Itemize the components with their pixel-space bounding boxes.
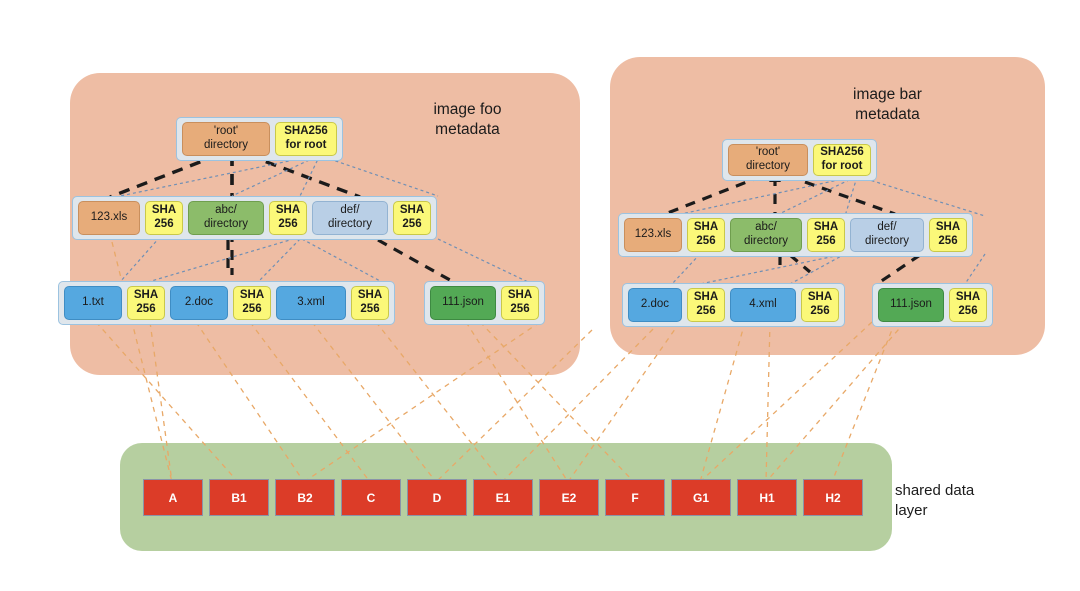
shared-data-layer-label: shared data layer xyxy=(895,482,975,520)
bar-root-row-cell-1: SHA256 for root xyxy=(813,144,871,176)
diagram-canvas: image foo metadata image bar metadata 'r… xyxy=(0,0,1080,591)
bar-file-row-a-cell-1: SHA 256 xyxy=(687,288,725,322)
foo-file-row-a-cell-2: 2.doc xyxy=(170,286,228,320)
bar-file-row-a-cell-2: 4.xml xyxy=(730,288,796,322)
foo-file-row-b-cell-1: SHA 256 xyxy=(501,286,539,320)
data-chunk-g1: G1 xyxy=(671,479,731,516)
foo-file-row-a-cell-4: 3.xml xyxy=(276,286,346,320)
foo-dir-row-cell-4: def/ directory xyxy=(312,201,388,235)
data-chunk-c: C xyxy=(341,479,401,516)
bar-file-row-a-cell-3: SHA 256 xyxy=(801,288,839,322)
foo-dir-row-cell-3: SHA 256 xyxy=(269,201,307,235)
foo-root-row-cell-0: 'root' directory xyxy=(182,122,270,156)
data-chunk-f: F xyxy=(605,479,665,516)
foo-file-row-a-cell-3: SHA 256 xyxy=(233,286,271,320)
data-chunk-e1: E1 xyxy=(473,479,533,516)
foo-dir-row-cell-0: 123.xls xyxy=(78,201,140,235)
bar-dir-row-cell-2: abc/ directory xyxy=(730,218,802,252)
foo-directory-row: 123.xls SHA 256 abc/ directory SHA 256 def/ … xyxy=(72,196,437,240)
foo-file-row-b-cell-0: 111.json xyxy=(430,286,496,320)
foo-dir-row-cell-1: SHA 256 xyxy=(145,201,183,235)
bar-root-row: 'root' directory SHA256 for root xyxy=(722,139,877,181)
bar-file-row-a: 2.doc SHA 256 4.xml SHA 256 xyxy=(622,283,845,327)
image-bar-title: image bar metadata xyxy=(853,86,922,124)
data-chunk-e2: E2 xyxy=(539,479,599,516)
bar-file-row-a-cell-0: 2.doc xyxy=(628,288,682,322)
foo-root-row: 'root' directory SHA256 for root xyxy=(176,117,343,161)
bar-dir-row-cell-5: SHA 256 xyxy=(929,218,967,252)
image-foo-title: image foo metadata xyxy=(433,101,502,139)
bar-dir-row-cell-4: def/ directory xyxy=(850,218,924,252)
foo-dir-row-cell-2: abc/ directory xyxy=(188,201,264,235)
foo-dir-row-cell-5: SHA 256 xyxy=(393,201,431,235)
data-chunk-d: D xyxy=(407,479,467,516)
bar-directory-row: 123.xls SHA 256 abc/ directory SHA 256 def/ … xyxy=(618,213,973,257)
data-chunk-h1: H1 xyxy=(737,479,797,516)
data-chunk-h2: H2 xyxy=(803,479,863,516)
data-chunk-a: A xyxy=(143,479,203,516)
foo-root-row-cell-1: SHA256 for root xyxy=(275,122,337,156)
foo-file-row-a: 1.txt SHA 256 2.doc SHA 256 3.xml SHA 256 xyxy=(58,281,395,325)
shared-data-chunk-row: A B1 B2 C D E1 E2 F G1 H1 H2 xyxy=(143,479,863,516)
foo-file-row-b: 111.json SHA 256 xyxy=(424,281,545,325)
data-chunk-b1: B1 xyxy=(209,479,269,516)
foo-file-row-a-cell-5: SHA 256 xyxy=(351,286,389,320)
foo-file-row-a-cell-1: SHA 256 xyxy=(127,286,165,320)
bar-root-row-cell-0: 'root' directory xyxy=(728,144,808,176)
bar-dir-row-cell-3: SHA 256 xyxy=(807,218,845,252)
bar-dir-row-cell-1: SHA 256 xyxy=(687,218,725,252)
bar-file-row-b-cell-1: SHA 256 xyxy=(949,288,987,322)
bar-dir-row-cell-0: 123.xls xyxy=(624,218,682,252)
bar-file-row-b-cell-0: 111.json xyxy=(878,288,944,322)
data-chunk-b2: B2 xyxy=(275,479,335,516)
foo-file-row-a-cell-0: 1.txt xyxy=(64,286,122,320)
bar-file-row-b: 111.json SHA 256 xyxy=(872,283,993,327)
